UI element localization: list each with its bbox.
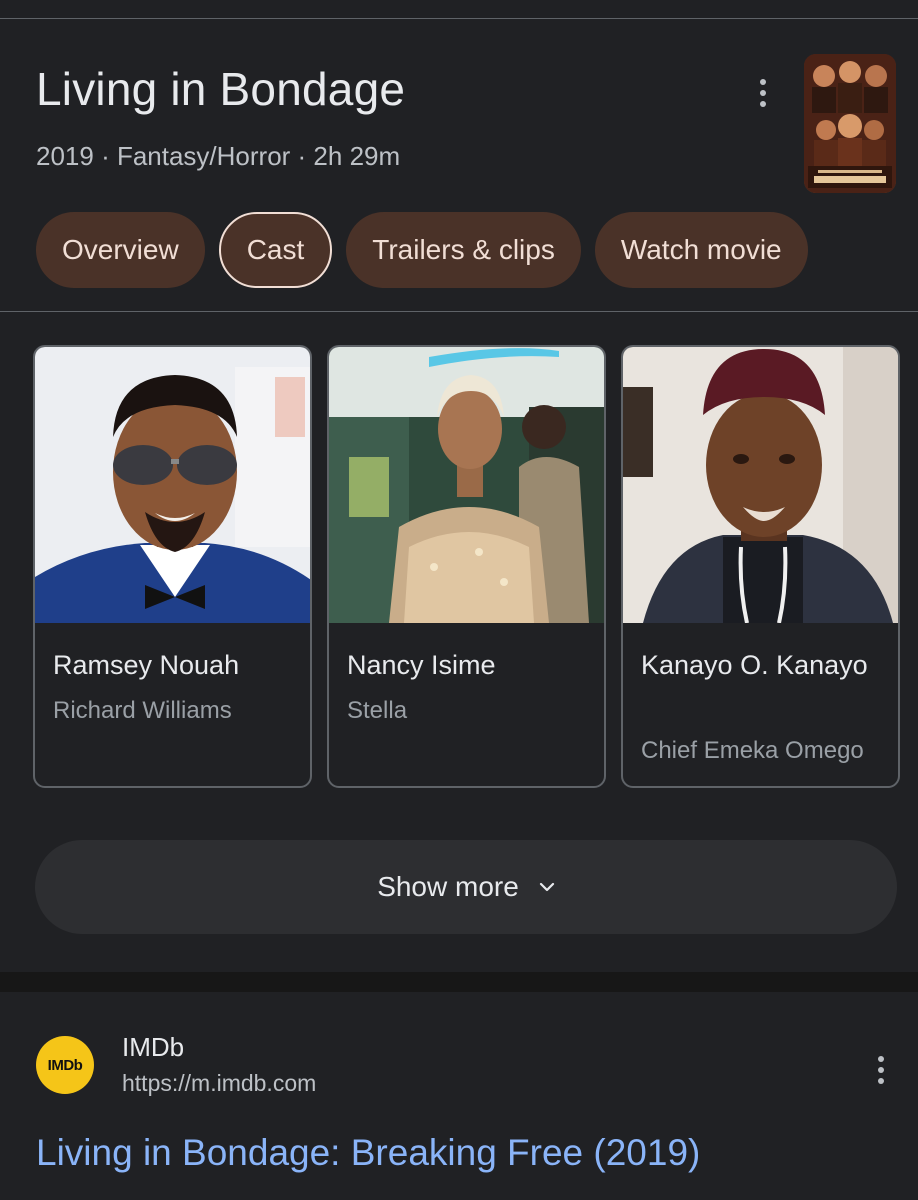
imdb-favicon[interactable]: IMDb <box>36 1036 94 1094</box>
more-vert-icon[interactable] <box>861 1050 901 1090</box>
tab-watch-movie[interactable]: Watch movie <box>594 212 808 288</box>
tab-overview[interactable]: Overview <box>36 212 205 288</box>
poster-art <box>804 54 896 193</box>
result-title-link[interactable]: Living in Bondage: Breaking Free (2019) <box>36 1132 700 1174</box>
cast-card[interactable]: Nancy Isime Stella <box>327 345 606 788</box>
tab-cast[interactable]: Cast <box>218 212 333 288</box>
show-more-button[interactable]: Show more <box>35 840 897 934</box>
cast-card[interactable]: Kanayo O. Kanayo Chief Emeka Omego <box>621 345 900 788</box>
cast-role: Chief Emeka Omego <box>641 737 864 764</box>
cast-name: Kanayo O. Kanayo <box>641 650 868 680</box>
more-vert-icon[interactable] <box>743 73 783 113</box>
movie-poster[interactable] <box>804 54 896 193</box>
cast-photo-art <box>623 347 898 623</box>
cast-name: Ramsey Nouah <box>53 650 240 680</box>
result-url[interactable]: https://m.imdb.com <box>122 1070 316 1097</box>
cast-card[interactable]: Ramsey Nouah Richard Williams <box>33 345 312 788</box>
movie-title: Living in Bondage <box>36 63 406 115</box>
tab-trailers-clips[interactable]: Trailers & clips <box>346 212 581 288</box>
cast-role: Stella <box>347 697 408 724</box>
top-divider <box>0 18 918 19</box>
section-divider <box>0 972 918 992</box>
cast-photo <box>623 347 898 623</box>
cast-photo-art <box>35 347 310 623</box>
show-more-label: Show more <box>377 871 519 902</box>
cast-carousel: Ramsey Nouah Richard Williams Nancy Isim… <box>33 345 900 788</box>
cast-name: Nancy Isime <box>347 650 496 680</box>
knowledge-panel: Living in Bondage 2019 · Fantasy/Horror … <box>0 0 918 1200</box>
cast-photo-art <box>329 347 604 623</box>
tabs-divider <box>0 311 918 312</box>
tab-bar: Overview Cast Trailers & clips Watch mov… <box>36 212 808 288</box>
cast-photo <box>329 347 604 623</box>
result-site-name[interactable]: IMDb <box>122 1032 184 1063</box>
movie-meta: 2019 · Fantasy/Horror · 2h 29m <box>36 141 401 171</box>
chevron-down-icon <box>539 882 554 892</box>
cast-role: Richard Williams <box>53 697 232 724</box>
cast-photo <box>35 347 310 623</box>
